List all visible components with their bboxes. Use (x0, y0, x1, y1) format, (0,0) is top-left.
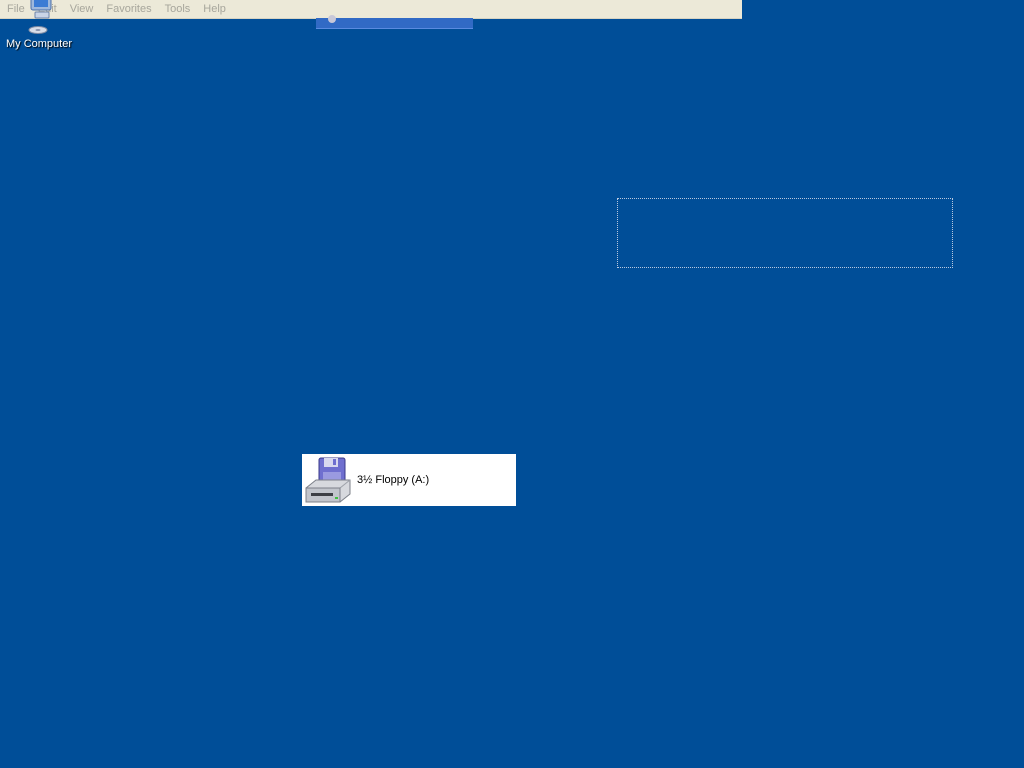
menu-tools[interactable]: Tools (157, 0, 196, 18)
menu-help[interactable]: Help (195, 0, 231, 18)
my-computer-label: My Computer (5, 38, 73, 50)
my-computer-desktop-icon[interactable]: My Computer (3, 0, 75, 51)
floppy-drive-label: 3½ Floppy (A:) (357, 474, 430, 486)
selection-rectangle (617, 198, 953, 268)
my-computer-icon (21, 0, 57, 36)
floppy-drive-icon (302, 454, 354, 506)
dragged-floppy-drive-item[interactable]: 3½ Floppy (A:) (302, 454, 516, 506)
menu-favorites[interactable]: Favorites (98, 0, 156, 18)
desktop[interactable]: File Edit View Favorites Tools Help My C… (0, 0, 1024, 768)
menu-bar: File Edit View Favorites Tools Help (0, 0, 742, 19)
highlighted-item-fragment[interactable] (316, 15, 473, 29)
item-fragment-icon (328, 15, 336, 23)
